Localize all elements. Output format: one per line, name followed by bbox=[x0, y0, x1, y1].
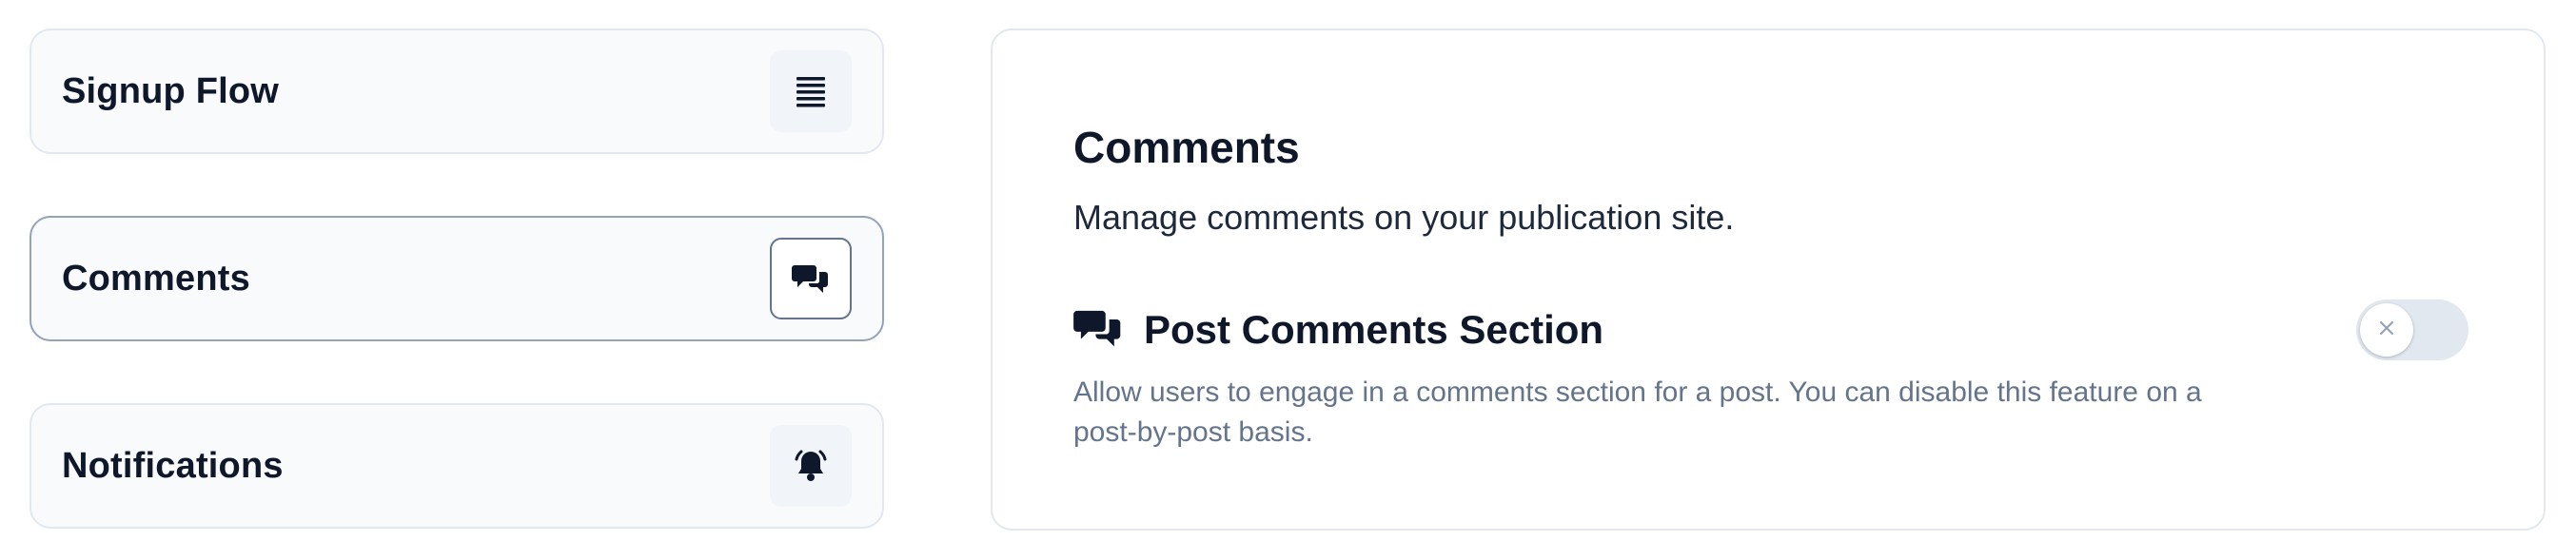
post-comments-toggle[interactable] bbox=[2356, 299, 2468, 360]
setting-header: Post Comments Section bbox=[1073, 306, 1603, 354]
close-icon bbox=[2376, 318, 2397, 343]
setting-title: Post Comments Section bbox=[1144, 307, 1604, 352]
toggle-knob bbox=[2360, 303, 2413, 357]
list-lines-icon bbox=[770, 50, 852, 132]
sidebar-item-signup-flow[interactable]: Signup Flow bbox=[29, 29, 884, 154]
sidebar-item-notifications[interactable]: Notifications bbox=[29, 403, 884, 529]
chat-bubbles-icon bbox=[770, 238, 852, 319]
sidebar-item-comments[interactable]: Comments bbox=[29, 216, 884, 341]
panel-description: Manage comments on your publication site… bbox=[1073, 198, 1735, 237]
bell-ringing-icon bbox=[770, 425, 852, 507]
setting-description: Allow users to engage in a comments sect… bbox=[1073, 377, 2202, 448]
chat-bubbles-icon bbox=[1073, 307, 1123, 354]
panel-title: Comments bbox=[1073, 123, 1300, 172]
sidebar-item-label: Notifications bbox=[62, 445, 284, 486]
sidebar-item-label: Signup Flow bbox=[62, 70, 280, 111]
comments-settings-panel: Comments Manage comments on your publica… bbox=[991, 29, 2546, 531]
sidebar-item-label: Comments bbox=[62, 258, 250, 299]
